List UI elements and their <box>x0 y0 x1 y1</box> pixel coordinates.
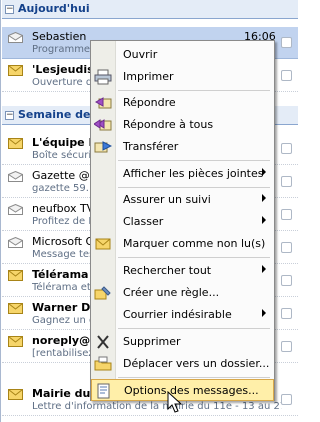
menu-item-label: Supprimer <box>123 335 181 348</box>
menu-item-mark-unread[interactable]: Marquer comme non lu(s) <box>91 233 274 255</box>
menu-item-label: Créer une règle... <box>123 286 220 299</box>
menu-item-label: Courrier indésirable <box>123 308 232 321</box>
mail-sender: Sebastien <box>32 30 87 43</box>
envelope-closed-icon <box>8 303 23 314</box>
submenu-arrow-icon <box>262 194 266 202</box>
menu-item-label: Assurer un suivi <box>123 193 211 206</box>
mail-sender: Télérama <box>32 268 89 281</box>
envelope-closed-icon <box>8 270 23 281</box>
menu-item-open[interactable]: Ouvrir <box>91 44 274 66</box>
envelope-closed-icon <box>8 65 23 76</box>
mail-preview: Boîte sécurisé <box>32 150 92 161</box>
submenu-arrow-icon <box>262 216 266 224</box>
menu-item-label: Options des messages... <box>124 384 259 397</box>
group-title: Semaine de <box>18 108 91 121</box>
mark-unread-icon <box>95 238 111 250</box>
flag-checkbox[interactable] <box>281 70 292 81</box>
mail-preview: [rentabilisez] <box>32 348 92 359</box>
menu-item-label: Répondre à tous <box>123 118 214 131</box>
forward-icon <box>94 141 112 153</box>
create-rule-icon <box>94 286 111 300</box>
mail-preview: Lettre d'information de la mairie du 11e… <box>32 401 282 412</box>
menu-separator <box>118 377 270 378</box>
menu-separator <box>118 160 270 161</box>
menu-item-label: Répondre <box>123 96 176 109</box>
message-options-icon <box>97 383 110 399</box>
move-to-folder-icon <box>94 356 112 371</box>
menu-item-label: Classer <box>123 215 164 228</box>
menu-item-label: Marquer comme non lu(s) <box>123 237 266 250</box>
submenu-arrow-icon <box>262 168 266 176</box>
menu-item-reply[interactable]: Répondre <box>91 92 274 114</box>
menu-item-create-rule[interactable]: Créer une règle... <box>91 282 274 304</box>
menu-item-find-all[interactable]: Rechercher tout <box>91 260 274 282</box>
menu-item-reply-all[interactable]: Répondre à tous <box>91 114 274 136</box>
envelope-closed-icon <box>8 138 23 149</box>
reply-icon <box>94 97 112 109</box>
flag-checkbox[interactable] <box>281 209 292 220</box>
mail-sender: Mairie du <box>32 387 91 400</box>
context-menu: Ouvrir Imprimer Répondre Répondre à tous… <box>90 40 275 401</box>
menu-item-print[interactable]: Imprimer <box>91 66 274 88</box>
mail-preview: Télérama et <box>32 282 91 293</box>
flag-checkbox[interactable] <box>281 143 292 154</box>
flag-checkbox[interactable] <box>281 341 292 352</box>
printer-icon <box>94 69 112 85</box>
menu-item-label: Ouvrir <box>123 48 158 61</box>
collapse-toggle[interactable]: − <box>5 111 14 120</box>
mail-preview: Programme n <box>32 44 92 55</box>
menu-item-label: Afficher les pièces jointes <box>123 167 264 180</box>
mail-list-pane: − Aujourd'hui Sebastien Programme n 16:0… <box>0 0 298 422</box>
menu-item-show-attachments[interactable]: Afficher les pièces jointes <box>91 163 274 185</box>
menu-item-delete[interactable]: Supprimer <box>91 331 274 353</box>
menu-item-junk-mail[interactable]: Courrier indésirable <box>91 304 274 326</box>
flag-checkbox[interactable] <box>281 308 292 319</box>
menu-separator <box>118 257 270 258</box>
menu-item-label: Déplacer vers un dossier... <box>123 357 270 370</box>
flag-checkbox[interactable] <box>281 176 292 187</box>
menu-separator <box>118 90 270 91</box>
mail-sender: noreply@r <box>32 334 92 347</box>
mail-sender: Microsoft Off <box>32 235 92 248</box>
group-header-today[interactable]: − Aujourd'hui <box>2 0 298 19</box>
menu-item-label: Rechercher tout <box>123 264 212 277</box>
mail-preview: Gagnez un o <box>32 315 92 326</box>
delete-icon <box>97 335 109 349</box>
mail-preview: gazette 59. E <box>32 183 92 194</box>
menu-item-forward[interactable]: Transférer <box>91 136 274 158</box>
menu-item-move-to-folder[interactable]: Déplacer vers un dossier... <box>91 353 274 375</box>
menu-item-label: Transférer <box>123 140 179 153</box>
collapse-toggle[interactable]: − <box>5 5 14 14</box>
mail-sender: L'équipe F <box>32 136 92 149</box>
menu-item-label: Imprimer <box>123 70 174 83</box>
mouse-pointer-icon <box>167 391 183 413</box>
menu-item-follow-up[interactable]: Assurer un suivi <box>91 189 274 211</box>
submenu-arrow-icon <box>262 309 266 317</box>
mail-preview: Message tes <box>32 249 92 260</box>
menu-item-categorize[interactable]: Classer <box>91 211 274 233</box>
group-title: Aujourd'hui <box>18 2 90 15</box>
envelope-open-icon <box>8 237 23 248</box>
submenu-arrow-icon <box>262 265 266 273</box>
mail-sender: neufbox TV <box>32 202 92 215</box>
envelope-open-icon <box>8 32 23 43</box>
flag-checkbox[interactable] <box>281 37 292 48</box>
menu-separator <box>118 328 270 329</box>
flag-checkbox[interactable] <box>281 242 292 253</box>
mail-sender: Gazette @si <box>32 169 92 182</box>
envelope-closed-icon <box>8 389 23 400</box>
menu-separator <box>118 187 270 188</box>
flag-checkbox[interactable] <box>281 394 292 405</box>
mail-sender: 'Lesjeudis <box>32 63 92 76</box>
mail-sender: Warner DV <box>32 301 92 314</box>
mail-preview: Profitez de Ko <box>32 216 92 227</box>
envelope-open-icon <box>8 171 23 182</box>
envelope-closed-icon <box>8 336 23 347</box>
flag-checkbox[interactable] <box>281 275 292 286</box>
mail-preview: Ouverture de <box>32 77 92 88</box>
envelope-open-icon <box>8 204 23 215</box>
reply-all-icon <box>94 119 112 131</box>
